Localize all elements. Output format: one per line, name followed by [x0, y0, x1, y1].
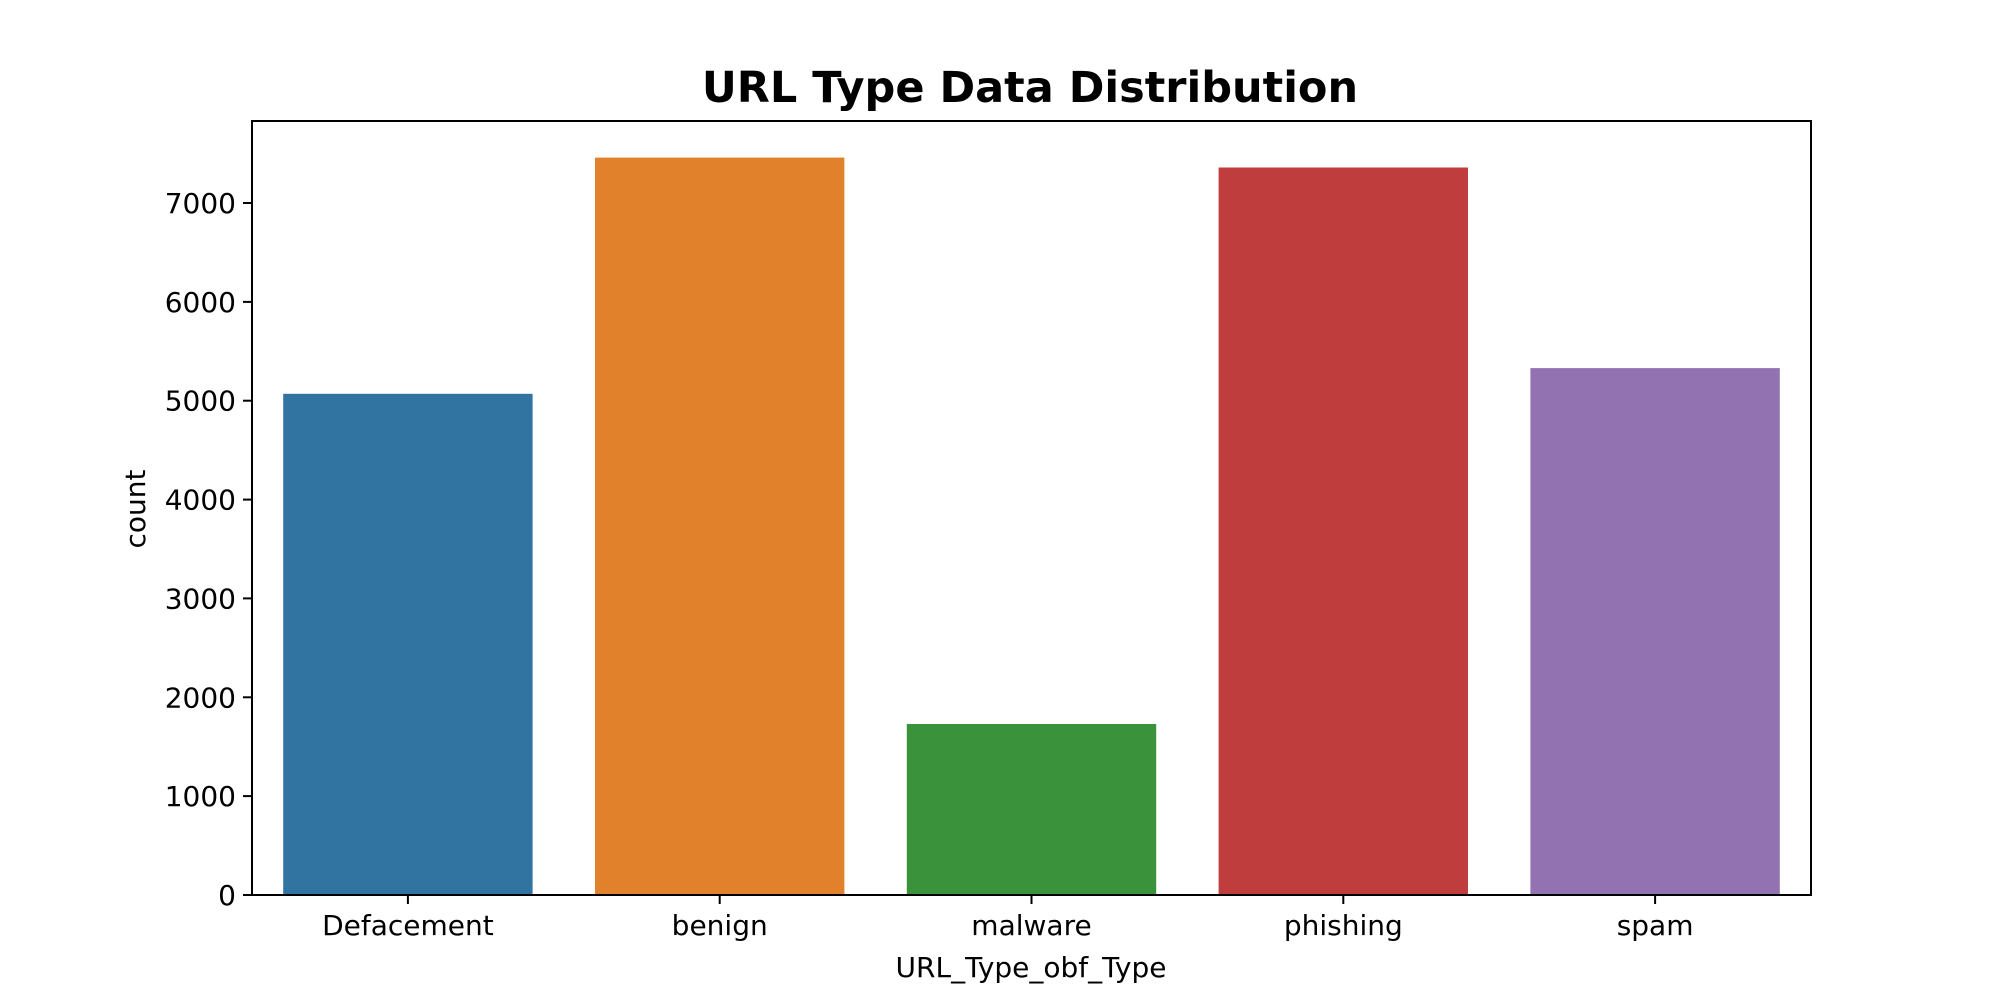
- x-tick-label: phishing: [1284, 909, 1403, 942]
- y-tick-label: 7000: [165, 187, 236, 220]
- x-tick-label: Defacement: [322, 909, 494, 942]
- y-tick-label: 6000: [165, 286, 236, 319]
- bar-spam: [1530, 368, 1780, 896]
- bar-malware: [906, 724, 1157, 895]
- y-tick-label: 1000: [165, 780, 236, 813]
- x-axis-label: URL_Type_obf_Type: [896, 951, 1167, 984]
- y-tick-label: 4000: [165, 484, 236, 517]
- y-axis-label: count: [119, 469, 152, 548]
- x-tick-label: malware: [971, 909, 1091, 942]
- x-tick-label: spam: [1617, 909, 1694, 942]
- x-tick-label: benign: [672, 909, 768, 942]
- bar-defacement: [283, 393, 533, 895]
- y-tick-label: 0: [218, 879, 236, 912]
- chart-title: URL Type Data Distribution: [702, 63, 1358, 113]
- bar-phishing: [1218, 167, 1468, 895]
- y-tick-label: 5000: [165, 385, 236, 418]
- chart: URL Type Data Distribution 0 1000 2000 3000…: [0, 0, 2000, 1000]
- y-tick-label: 2000: [165, 681, 236, 714]
- y-tick-label: 3000: [165, 582, 236, 615]
- bar-benign: [595, 157, 845, 896]
